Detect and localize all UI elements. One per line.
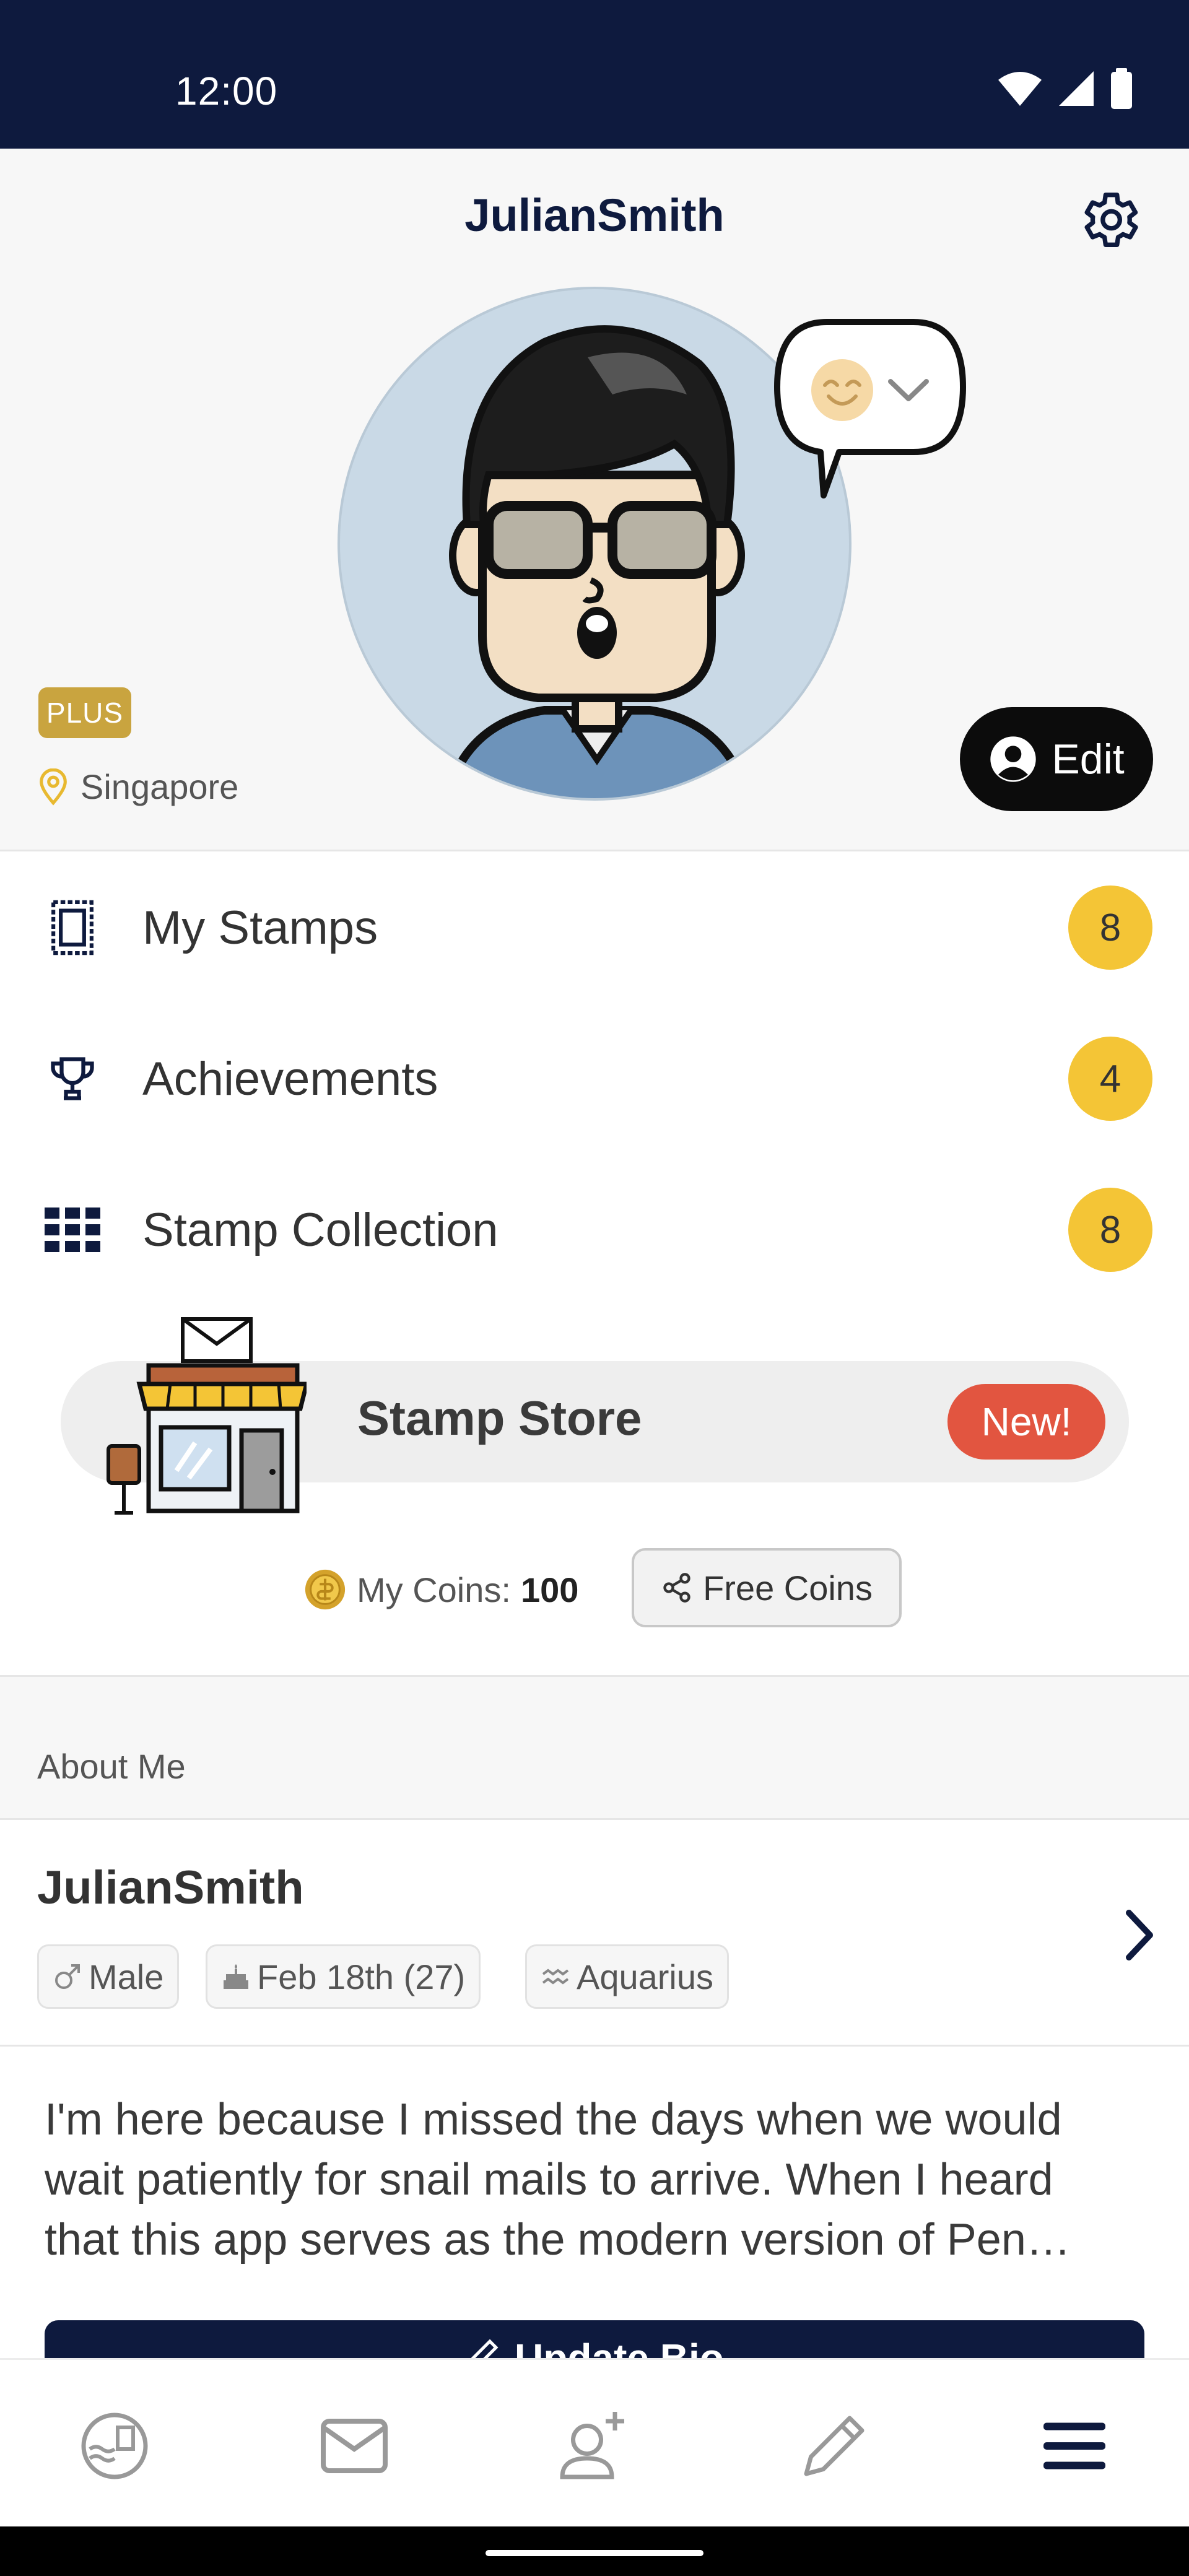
nav-menu[interactable] [1031,2403,1118,2489]
gender-label: Male [89,1957,164,1996]
signal-icon [1059,71,1094,106]
menu-item-label: Stamp Collection [142,1203,499,1256]
stamp-icon [38,894,107,962]
mail-icon [321,2419,388,2473]
coins-balance: My Coins: 100 [303,1568,578,1611]
grid-icon [38,1196,107,1264]
bio-line: wait patiently for snail mails to arrive… [45,2155,1053,2204]
gender-chip: Male [37,1944,180,2009]
free-coins-button[interactable]: Free Coins [632,1548,902,1627]
birthday-chip: Feb 18th (27) [206,1944,481,2009]
coins-amount: 100 [520,1570,579,1609]
about-section-title: About Me [37,1747,186,1786]
membership-badge: PLUS [38,687,131,738]
edit-profile-button[interactable]: Edit [960,707,1153,811]
divider [0,2045,1189,2047]
status-icons [997,67,1133,110]
chevron-right-icon[interactable] [1118,1904,1161,1966]
stamp-store-label: Stamp Store [357,1391,642,1445]
settings-button[interactable] [1074,186,1143,254]
battery-icon [1111,68,1132,109]
count-badge: 4 [1068,1037,1152,1121]
count-badge: 8 [1068,1188,1152,1272]
smiling-face-icon [811,359,873,421]
cake-icon [224,1964,248,1989]
gear-icon [1084,193,1138,247]
menu-icon [1043,2422,1105,2469]
divider [0,850,1189,851]
divider [0,1818,1189,1820]
bio-line: that this app serves as the modern versi… [45,2215,1071,2265]
location: Singapore [37,767,238,807]
coin-icon [305,1569,346,1610]
location-label: Singapore [81,767,239,806]
status-time: 12:00 [175,69,278,113]
location-pin-icon [40,768,67,806]
birthday-label: Feb 18th (27) [257,1957,466,1996]
edit-label: Edit [1052,736,1125,783]
about-name: JulianSmith [37,1861,304,1914]
add-friend-icon [560,2412,624,2479]
menu-item-my-stamps[interactable]: My Stamps 8 [0,853,1189,1002]
user-circle-icon [990,736,1037,782]
chevron-down-icon [888,379,929,401]
menu-item-label: Achievements [142,1052,438,1105]
free-coins-label: Free Coins [703,1568,873,1608]
share-icon [663,1573,690,1603]
new-badge: New! [947,1384,1105,1460]
menu-item-achievements[interactable]: Achievements 4 [0,1004,1189,1153]
nav-add-friend[interactable] [550,2403,637,2489]
male-icon [55,1964,80,1989]
menu-item-label: My Stamps [142,901,378,954]
wifi-icon [998,72,1042,106]
shop-icon [107,1317,307,1515]
count-badge: 8 [1068,886,1152,970]
coins-label: My Coins: [357,1570,511,1609]
aquarius-icon [542,1969,569,1985]
nav-nearby[interactable] [71,2403,158,2489]
bio-line: I'm here because I missed the days when … [45,2095,1062,2144]
nearby-icon [81,2413,148,2479]
nav-mail[interactable] [311,2403,398,2489]
home-indicator[interactable] [486,2550,703,2556]
nav-write[interactable] [791,2403,878,2489]
menu-item-stamp-collection[interactable]: Stamp Collection 8 [0,1155,1189,1304]
zodiac-chip: Aquarius [525,1944,730,2009]
write-icon [804,2416,865,2476]
zodiac-label: Aquarius [577,1957,714,1996]
bio-text: I'm here because I missed the days when … [45,2090,1153,2270]
page-title: JulianSmith [464,189,725,241]
trophy-icon [38,1045,107,1113]
